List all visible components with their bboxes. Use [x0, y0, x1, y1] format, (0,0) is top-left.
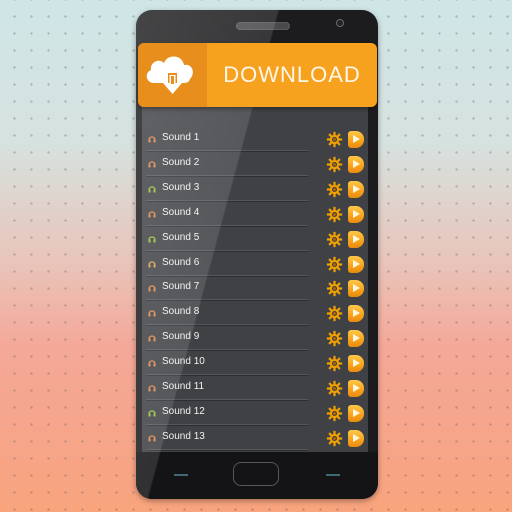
- cloud-download-icon: [146, 56, 193, 94]
- gear-icon[interactable]: [326, 430, 343, 447]
- headphones-icon: [148, 161, 156, 168]
- download-banner[interactable]: DOWNLOAD: [138, 43, 377, 107]
- gear-icon[interactable]: [326, 181, 343, 198]
- play-icon[interactable]: [348, 131, 364, 148]
- list-item-sound-4[interactable]: Sound 4: [142, 202, 368, 227]
- sound-label: Sound 3: [162, 181, 200, 193]
- play-icon[interactable]: [348, 429, 364, 447]
- gear-icon[interactable]: [326, 380, 343, 397]
- play-icon[interactable]: [348, 305, 364, 323]
- list-item-sound-9[interactable]: Sound 9: [142, 326, 368, 352]
- gear-icon[interactable]: [326, 405, 343, 422]
- recent-apps-key[interactable]: [326, 474, 340, 476]
- list-item-sound-2[interactable]: Sound 2: [142, 152, 368, 177]
- sound-label: Sound 9: [162, 331, 200, 343]
- sound-label: Sound 11: [162, 381, 205, 392]
- play-icon[interactable]: [348, 205, 364, 223]
- list-item-sound-8[interactable]: Sound 8: [142, 301, 368, 327]
- gear-icon[interactable]: [326, 206, 343, 223]
- sound-label: Sound 13: [162, 430, 205, 442]
- sound-label: Sound 12: [162, 405, 205, 417]
- headphones-icon: [148, 435, 156, 442]
- headphones-icon: [148, 410, 156, 417]
- gear-icon[interactable]: [326, 156, 343, 173]
- gear-icon[interactable]: [326, 256, 343, 273]
- headphones-icon: [148, 285, 156, 292]
- list-item-sound-5[interactable]: Sound 5: [142, 227, 368, 252]
- list-item-sound-10[interactable]: Sound 10: [142, 351, 368, 377]
- sound-label: Sound 7: [162, 281, 200, 293]
- headphones-icon: [148, 186, 156, 193]
- gear-icon[interactable]: [326, 131, 343, 148]
- phone-camera: [336, 19, 344, 27]
- list-item-sound-11[interactable]: Sound 11: [142, 376, 368, 401]
- sound-label: Sound 2: [162, 156, 200, 168]
- gear-icon[interactable]: [326, 355, 343, 372]
- gear-icon[interactable]: [326, 231, 343, 248]
- sound-label: Sound 8: [162, 306, 200, 318]
- home-button[interactable]: [233, 462, 279, 486]
- list-item-sound-13[interactable]: Sound 13: [142, 426, 368, 451]
- play-icon[interactable]: [348, 180, 364, 198]
- headphones-icon: [148, 385, 156, 392]
- back-key[interactable]: [174, 474, 188, 476]
- download-icon-box: [138, 43, 207, 107]
- list-item-sound-1[interactable]: Sound 1: [142, 127, 368, 152]
- play-icon[interactable]: [348, 355, 364, 373]
- gear-icon[interactable]: [326, 280, 343, 297]
- play-icon[interactable]: [348, 155, 364, 173]
- phone-screen: Sound 1 Sound 2 Sound 3 Sound 4 Sound 5 …: [142, 105, 368, 452]
- headphones-icon: [148, 235, 156, 243]
- play-icon[interactable]: [348, 280, 364, 298]
- list-item-sound-6[interactable]: Sound 6: [142, 252, 368, 277]
- list-item-sound-3[interactable]: Sound 3: [142, 177, 368, 202]
- sound-label: Sound 10: [162, 356, 205, 368]
- gear-icon[interactable]: [326, 330, 343, 347]
- play-icon[interactable]: [348, 404, 364, 422]
- sound-label: Sound 6: [162, 256, 200, 268]
- headphones-icon: [148, 260, 156, 267]
- play-icon[interactable]: [348, 230, 364, 248]
- headphones-icon: [148, 211, 156, 218]
- sound-label: Sound 4: [162, 206, 200, 218]
- gear-icon[interactable]: [326, 305, 343, 322]
- headphones-icon: [148, 136, 156, 143]
- play-icon[interactable]: [348, 330, 364, 348]
- sound-label: Sound 5: [162, 231, 200, 243]
- sound-label: Sound 1: [162, 132, 200, 143]
- list-item-sound-12[interactable]: Sound 12: [142, 401, 368, 426]
- headphones-icon: [148, 310, 156, 317]
- headphones-icon: [148, 360, 156, 367]
- phone-speaker: [236, 22, 290, 30]
- headphones-icon: [148, 335, 156, 342]
- list-item-sound-7[interactable]: Sound 7: [142, 276, 368, 302]
- play-icon[interactable]: [348, 380, 364, 397]
- download-label: DOWNLOAD: [223, 62, 361, 87]
- play-icon[interactable]: [348, 255, 364, 273]
